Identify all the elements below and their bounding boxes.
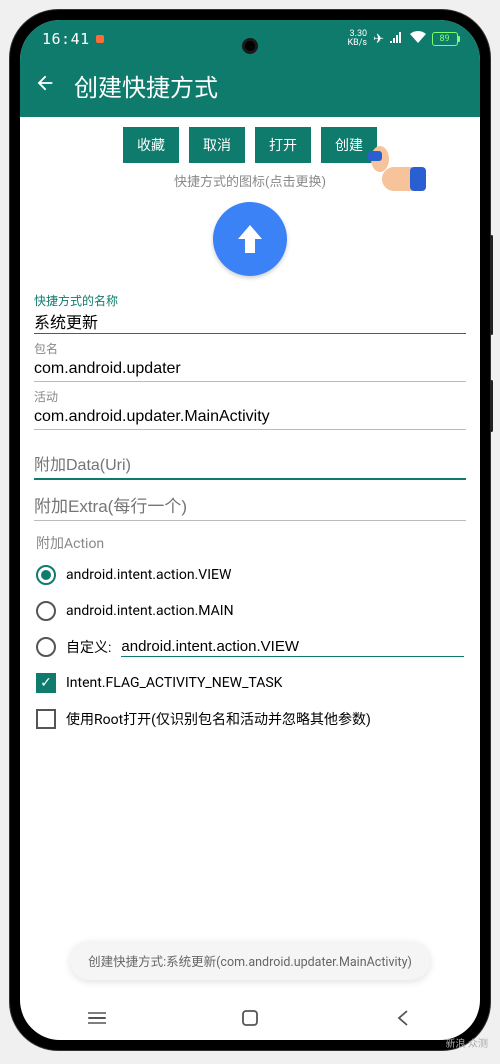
action-button-row: 收藏 取消 打开 创建 xyxy=(20,117,480,167)
upload-arrow-icon xyxy=(230,219,270,259)
radio-action-custom-label: 自定义: xyxy=(66,637,111,657)
cancel-button[interactable]: 取消 xyxy=(189,127,245,163)
radio-icon xyxy=(36,601,56,621)
battery-icon: 89 xyxy=(432,32,458,46)
custom-action-field[interactable] xyxy=(121,637,464,657)
toast-message: 创建快捷方式:系统更新(com.android.updater.MainActi… xyxy=(70,941,430,980)
nav-back-button[interactable] xyxy=(383,1010,423,1026)
radio-action-main[interactable]: android.intent.action.MAIN xyxy=(34,593,466,629)
radio-action-view[interactable]: android.intent.action.VIEW xyxy=(34,557,466,593)
airplane-mode-icon: ✈ xyxy=(373,32,384,47)
radio-action-main-label: android.intent.action.MAIN xyxy=(66,603,234,619)
recording-indicator-icon xyxy=(96,35,104,43)
radio-icon xyxy=(36,565,56,585)
radio-icon xyxy=(36,637,56,657)
radio-action-custom[interactable]: 自定义: xyxy=(34,629,466,665)
navigation-bar xyxy=(20,996,480,1040)
package-field-label: 包名 xyxy=(34,340,466,357)
radio-action-view-label: android.intent.action.VIEW xyxy=(66,567,231,583)
page-title: 创建快捷方式 xyxy=(74,68,218,103)
pointing-hand-icon xyxy=(362,145,426,205)
action-section-title: 附加Action xyxy=(34,529,466,557)
activity-field[interactable] xyxy=(34,405,466,430)
name-field[interactable] xyxy=(34,309,466,334)
network-speed: 3.30 KB/s xyxy=(347,30,367,48)
data-uri-field[interactable] xyxy=(34,454,466,480)
app-bar: 创建快捷方式 xyxy=(20,58,480,117)
name-field-label: 快捷方式的名称 xyxy=(34,292,466,309)
extra-field[interactable] xyxy=(34,494,466,521)
status-time: 16:41 xyxy=(42,30,90,48)
checkbox-use-root[interactable]: 使用Root打开(仅识别包名和活动并忽略其他参数) xyxy=(34,701,466,737)
checkbox-flag-new-task[interactable]: ✓ Intent.FLAG_ACTIVITY_NEW_TASK xyxy=(34,665,466,701)
signal-icon xyxy=(390,31,404,47)
checkbox-icon: ✓ xyxy=(36,673,56,693)
checkbox-root-label: 使用Root打开(仅识别包名和活动并忽略其他参数) xyxy=(66,709,371,729)
back-arrow-icon[interactable] xyxy=(34,72,56,100)
wifi-icon xyxy=(410,31,426,47)
nav-home-button[interactable] xyxy=(230,1009,270,1027)
favorite-button[interactable]: 收藏 xyxy=(123,127,179,163)
nav-recents-button[interactable] xyxy=(77,1008,117,1028)
checkbox-icon xyxy=(36,709,56,729)
package-field[interactable] xyxy=(34,357,466,382)
checkbox-flag-label: Intent.FLAG_ACTIVITY_NEW_TASK xyxy=(66,675,282,691)
open-button[interactable]: 打开 xyxy=(255,127,311,163)
watermark: 新浪 众测 xyxy=(446,1039,488,1050)
activity-field-label: 活动 xyxy=(34,388,466,405)
shortcut-icon-preview[interactable] xyxy=(213,202,287,276)
